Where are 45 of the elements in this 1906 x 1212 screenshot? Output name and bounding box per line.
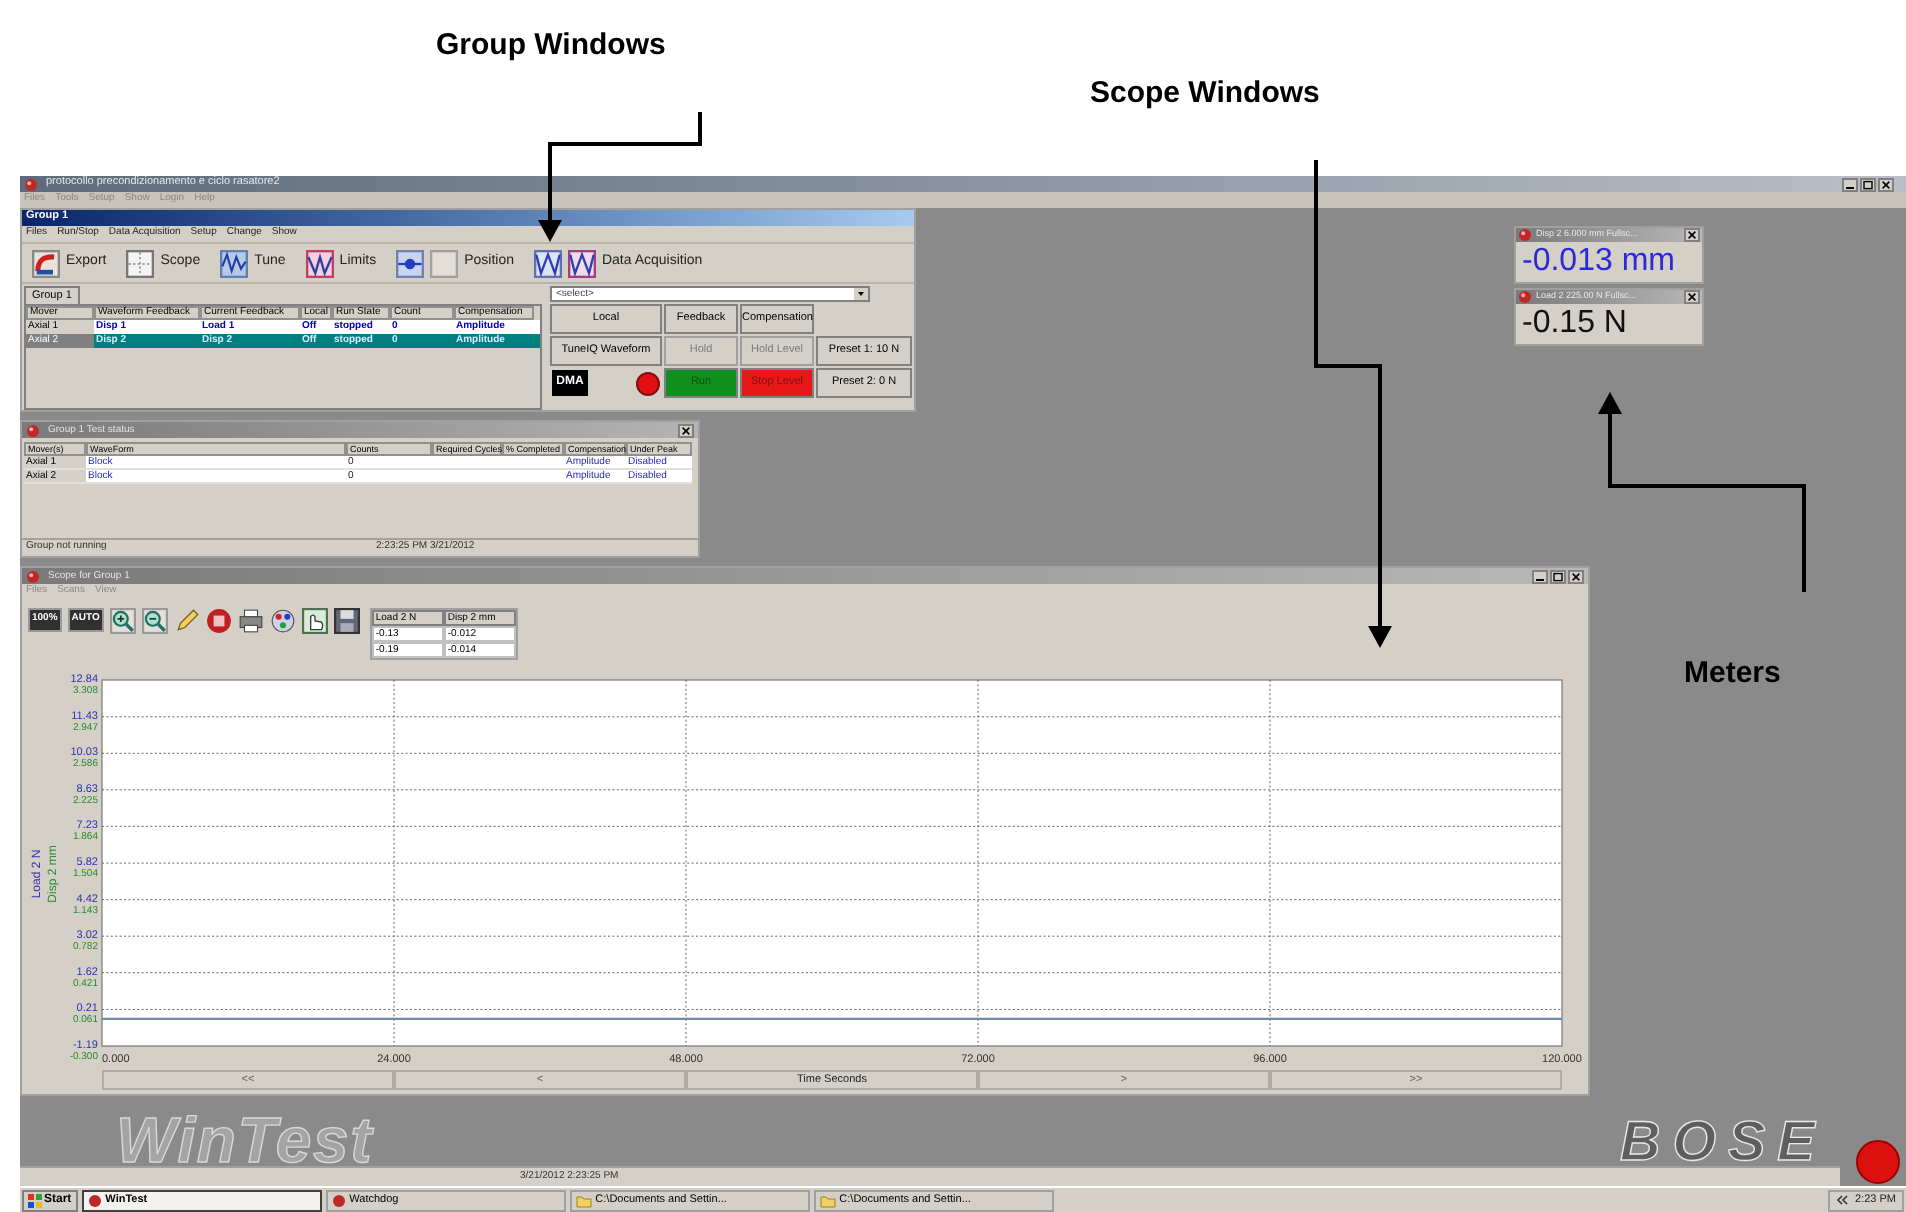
minimize-icon[interactable] [1842,177,1858,191]
printer-icon[interactable] [237,608,264,634]
close-icon[interactable] [1878,177,1894,191]
waveform-icon [220,249,249,277]
app-icon [1518,228,1532,242]
zoom-out-icon[interactable] [141,608,168,634]
curved-arrow-icon [32,249,60,277]
folder-icon [819,1193,836,1207]
close-icon[interactable] [678,423,694,437]
app-icon [24,177,38,191]
floppy-icon[interactable] [333,608,360,634]
brand-logo: BOSE [1620,1108,1827,1176]
target-icon [396,249,425,277]
maximize-icon[interactable] [1860,177,1876,191]
grid-icon [126,249,155,277]
hand-icon[interactable] [301,608,328,634]
maximize-icon[interactable] [1550,569,1566,583]
windows-logo-icon [28,1193,42,1207]
meter-reading: -0.15 N [1520,304,1629,344]
annotation-label: Meters [1684,654,1781,694]
stop-icon[interactable] [205,608,232,634]
waveform-icon [567,249,596,277]
pencil-icon[interactable] [173,608,200,634]
app-icon [26,423,40,437]
square-icon [430,249,459,277]
minimize-icon[interactable] [1532,569,1548,583]
close-icon[interactable] [1684,290,1700,304]
app-icon [331,1193,346,1207]
close-icon[interactable] [1568,569,1584,583]
waveform-icon [533,249,562,277]
logo-text: WinTest [116,1102,374,1180]
zoom-in-icon[interactable] [109,608,136,634]
app-icon [87,1193,102,1207]
annotation-label: Group Windows [436,26,666,66]
annotation-label: Scope Windows [1090,74,1320,114]
close-icon[interactable] [1684,228,1700,242]
meter-reading: -0.013 mm [1520,242,1677,282]
folder-icon [575,1193,592,1207]
record-button[interactable] [636,371,660,395]
waveform-icon [305,249,334,277]
palette-icon[interactable] [269,608,296,634]
chevron-icon[interactable] [1835,1194,1848,1206]
app-icon [1518,290,1532,304]
dropdown-arrow-icon [854,288,868,300]
app-icon [26,569,40,583]
